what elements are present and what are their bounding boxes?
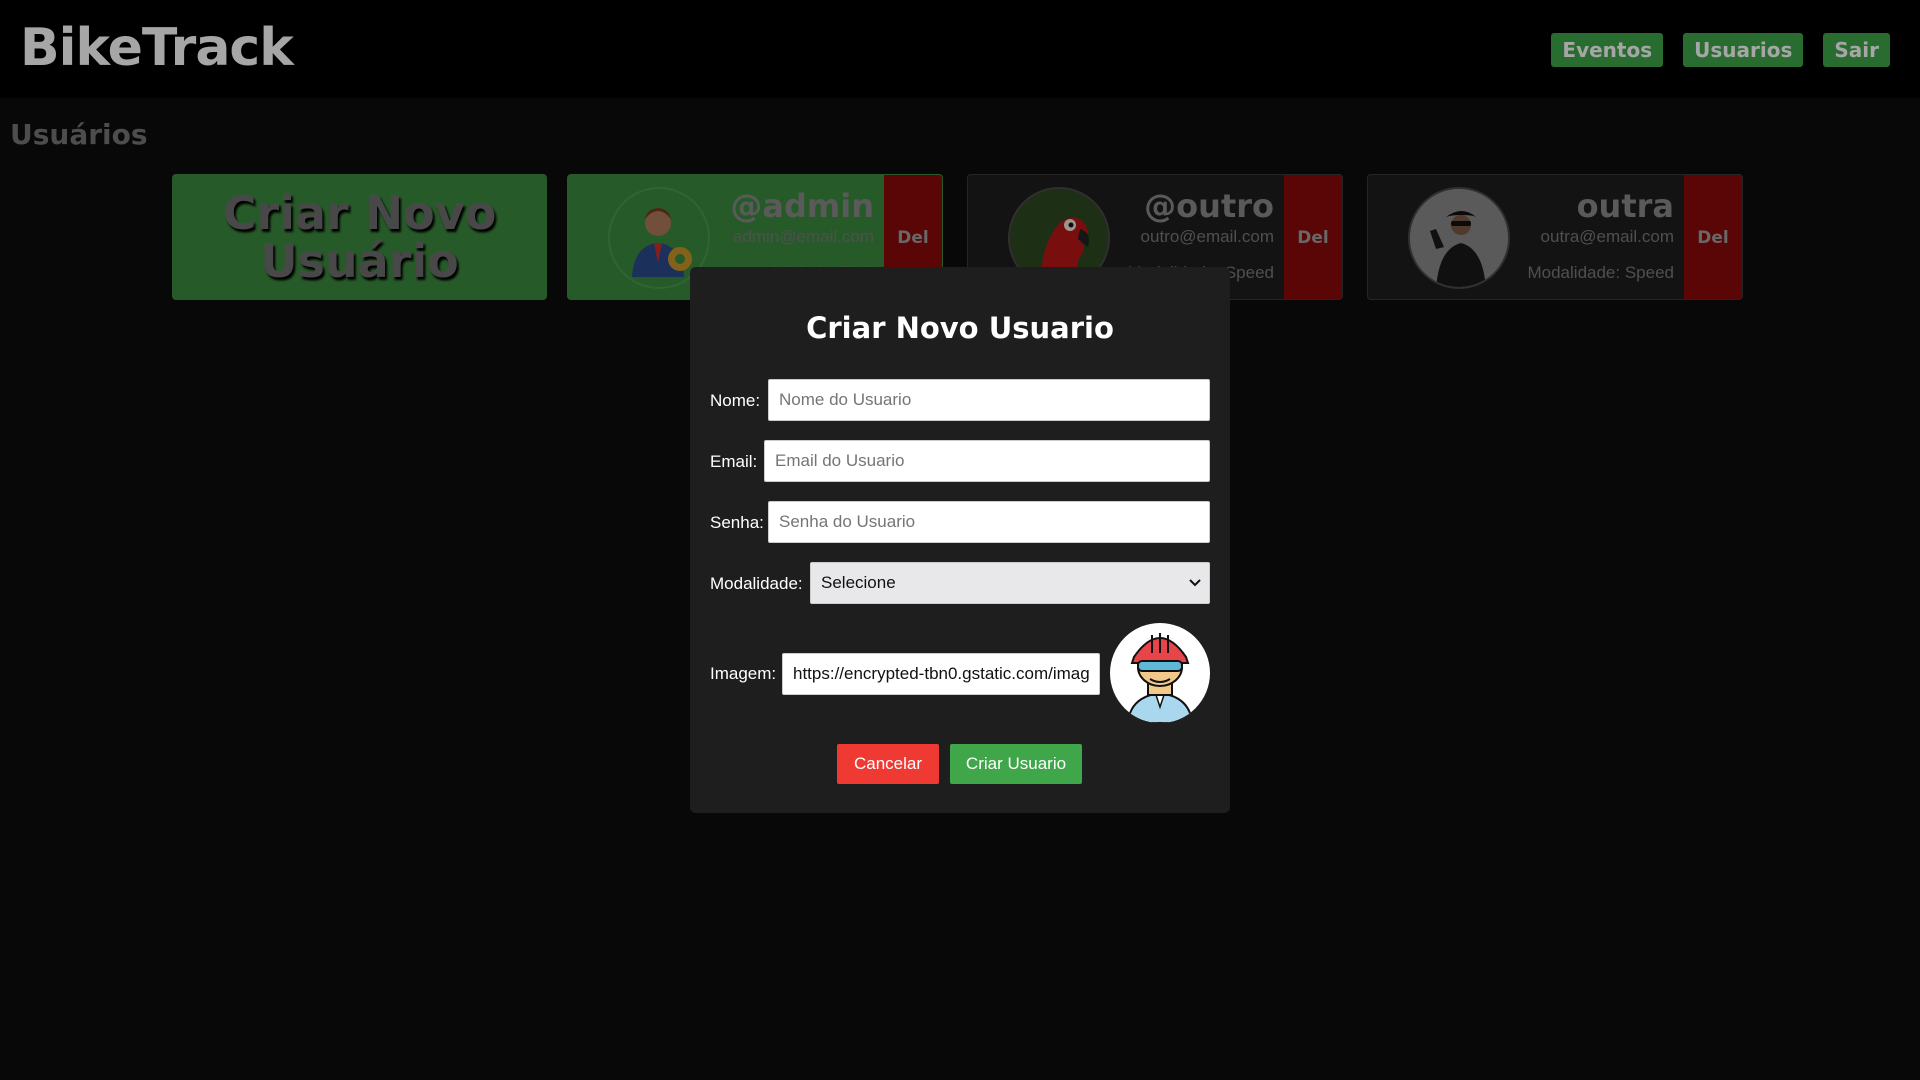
- cancel-button[interactable]: Cancelar: [837, 744, 939, 784]
- image-preview: [1110, 623, 1210, 723]
- imagem-label: Imagem:: [710, 664, 777, 683]
- email-label: Email:: [710, 452, 758, 471]
- modalidade-label: Modalidade:: [710, 574, 803, 593]
- senha-label: Senha:: [710, 513, 764, 532]
- chevron-down-icon: [1189, 579, 1201, 587]
- nome-input[interactable]: Nome do Usuario: [768, 379, 1210, 421]
- imagem-input[interactable]: https://encrypted-tbn0.gstatic.com/imag: [782, 653, 1100, 695]
- modalidade-select[interactable]: Selecione: [810, 562, 1210, 604]
- create-user-modal: Criar Novo Usuario Nome: Nome do Usuario…: [690, 267, 1230, 813]
- senha-input[interactable]: Senha do Usuario: [768, 501, 1210, 543]
- create-user-button[interactable]: Criar Usuario: [950, 744, 1082, 784]
- modal-title: Criar Novo Usuario: [806, 311, 1114, 345]
- modalidade-select-value: Selecione: [821, 573, 896, 592]
- cyclist-preview-icon: [1126, 633, 1194, 723]
- email-input[interactable]: Email do Usuario: [764, 440, 1210, 482]
- nome-label: Nome:: [710, 391, 761, 410]
